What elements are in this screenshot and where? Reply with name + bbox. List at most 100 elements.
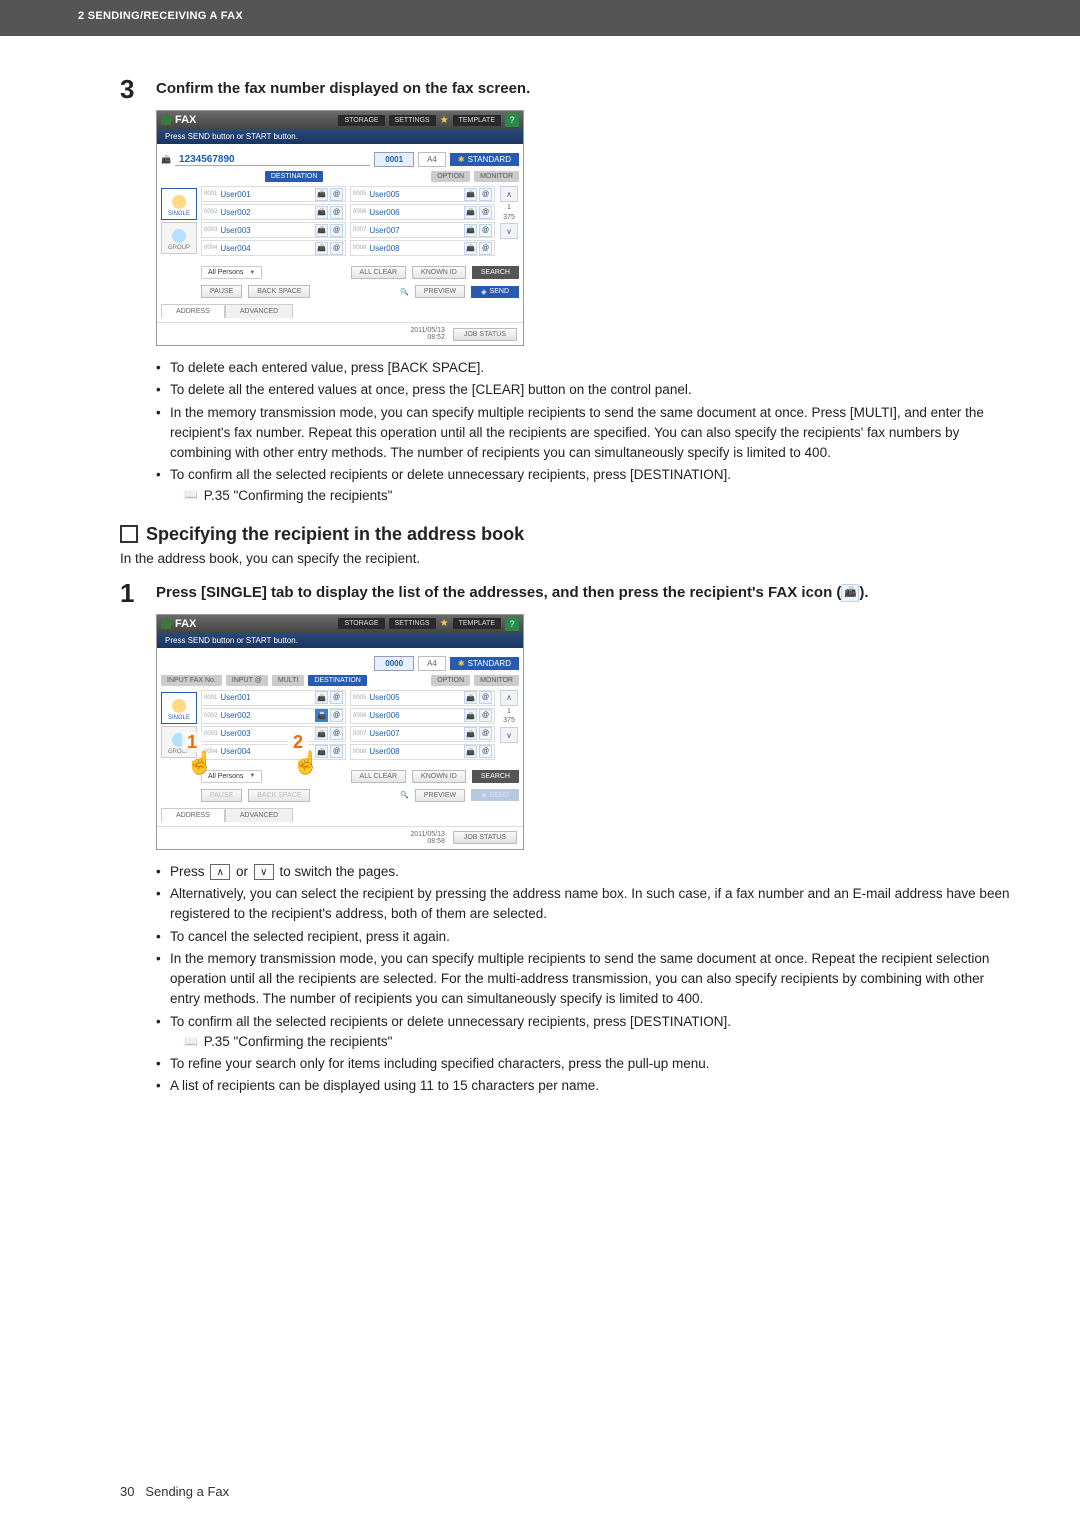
fax-icon[interactable]: 📠 — [315, 691, 328, 704]
single-tab[interactable]: SINGLE — [161, 188, 197, 220]
address-entry[interactable]: 0003User003📠@ — [201, 726, 346, 742]
address-entry[interactable]: 0005User005📠@ — [350, 690, 495, 706]
input-at-tab[interactable]: INPUT @ — [226, 675, 268, 686]
fax-icon[interactable]: 📠 — [315, 727, 328, 740]
fax-instruction: Press SEND button or START button. — [157, 129, 523, 144]
input-fax-no-tab[interactable]: INPUT FAX No. — [161, 675, 222, 686]
email-icon[interactable]: @ — [330, 188, 343, 201]
resolution-mode[interactable]: STANDARD — [450, 657, 519, 670]
help-icon[interactable]: ? — [505, 617, 519, 631]
fax-icon[interactable]: 📠 — [464, 691, 477, 704]
resolution-mode[interactable]: STANDARD — [450, 153, 519, 166]
advanced-tab[interactable]: ADVANCED — [225, 304, 293, 318]
job-status-button[interactable]: JOB STATUS — [453, 831, 517, 844]
email-icon[interactable]: @ — [479, 242, 492, 255]
page-up-button[interactable]: ∧ — [500, 186, 518, 202]
address-entry[interactable]: 0006User006📠@ — [350, 708, 495, 724]
option-tab[interactable]: OPTION — [431, 675, 470, 686]
page-total: 375 — [503, 214, 515, 222]
page-down-button[interactable]: ∨ — [500, 727, 518, 743]
fax-number-display: 1234567890 — [175, 154, 370, 166]
email-icon[interactable]: @ — [479, 206, 492, 219]
monitor-tab[interactable]: MONITOR — [474, 675, 519, 686]
monitor-tab[interactable]: MONITOR — [474, 171, 519, 182]
all-clear-button[interactable]: ALL CLEAR — [351, 770, 406, 783]
fax-icon[interactable]: 📠 — [315, 242, 328, 255]
fax-icon[interactable]: 📠 — [464, 727, 477, 740]
note-item: To delete all the entered values at once… — [156, 380, 1010, 400]
address-entry[interactable]: 0001User001📠@ — [201, 186, 346, 202]
address-entry[interactable]: 0008User008📠@ — [350, 240, 495, 256]
email-icon[interactable]: @ — [330, 745, 343, 758]
email-icon[interactable]: @ — [330, 224, 343, 237]
address-entry[interactable]: 0003User003📠@ — [201, 222, 346, 238]
address-tab[interactable]: ADDRESS — [161, 808, 225, 822]
pause-button[interactable]: PAUSE — [201, 285, 242, 298]
multi-tab[interactable]: MULTI — [272, 675, 304, 686]
settings-button[interactable]: SETTINGS — [389, 618, 436, 629]
fax-icon[interactable]: 📠 — [464, 206, 477, 219]
all-clear-button[interactable]: ALL CLEAR — [351, 266, 406, 279]
email-icon[interactable]: @ — [330, 206, 343, 219]
single-tab[interactable]: SINGLE — [161, 692, 197, 724]
email-icon[interactable]: @ — [330, 727, 343, 740]
chapter-header: 2 SENDING/RECEIVING A FAX — [0, 0, 1080, 36]
email-icon[interactable]: @ — [479, 691, 492, 704]
address-entry[interactable]: 0006User006📠@ — [350, 204, 495, 220]
email-icon[interactable]: @ — [479, 709, 492, 722]
help-icon[interactable]: ? — [505, 113, 519, 127]
fax-icon[interactable]: 📠 — [464, 188, 477, 201]
storage-button[interactable]: STORAGE — [338, 618, 384, 629]
group-tab[interactable]: GROUP — [161, 222, 197, 254]
preview-button[interactable]: PREVIEW — [415, 285, 465, 298]
fax-icon: 📠 — [841, 584, 859, 602]
filter-dropdown[interactable]: All Persons — [201, 266, 262, 279]
fax-icon[interactable]: 📠 — [315, 224, 328, 237]
note-item: To delete each entered value, press [BAC… — [156, 358, 1010, 378]
fax-icon[interactable]: 📠 — [464, 709, 477, 722]
fax-icon[interactable]: 📠 — [315, 709, 328, 722]
email-icon[interactable]: @ — [330, 691, 343, 704]
backspace-button[interactable]: BACK SPACE — [248, 285, 310, 298]
settings-button[interactable]: SETTINGS — [389, 115, 436, 126]
address-entry[interactable]: 0005User005📠@ — [350, 186, 495, 202]
fax-icon[interactable]: 📠 — [464, 745, 477, 758]
address-entry[interactable]: 0007User007📠@ — [350, 222, 495, 238]
fax-icon[interactable]: 📠 — [464, 242, 477, 255]
storage-button[interactable]: STORAGE — [338, 115, 384, 126]
preview-button[interactable]: PREVIEW — [415, 789, 465, 802]
email-icon[interactable]: @ — [479, 188, 492, 201]
address-entry[interactable]: 0002User002📠@ — [201, 204, 346, 220]
fax-icon[interactable]: 📠 — [315, 206, 328, 219]
address-tab[interactable]: ADDRESS — [161, 304, 225, 318]
address-entry[interactable]: 0002User002📠@ — [201, 708, 346, 724]
fax-icon[interactable]: 📠 — [315, 188, 328, 201]
template-button[interactable]: TEMPLATE — [453, 618, 501, 629]
search-button[interactable]: SEARCH — [472, 266, 519, 279]
phone-icon: 📠 — [161, 155, 171, 164]
job-status-button[interactable]: JOB STATUS — [453, 328, 517, 341]
search-button[interactable]: SEARCH — [472, 770, 519, 783]
advanced-tab[interactable]: ADVANCED — [225, 808, 293, 822]
template-button[interactable]: TEMPLATE — [453, 115, 501, 126]
note-item: To cancel the selected recipient, press … — [156, 927, 1010, 947]
option-tab[interactable]: OPTION — [431, 171, 470, 182]
email-icon[interactable]: @ — [479, 745, 492, 758]
address-entry[interactable]: 0004User004📠@ — [201, 744, 346, 760]
email-icon[interactable]: @ — [330, 242, 343, 255]
page-up-button[interactable]: ∧ — [500, 690, 518, 706]
address-entry[interactable]: 0004User004📠@ — [201, 240, 346, 256]
address-entry[interactable]: 0001User001📠@ — [201, 690, 346, 706]
known-id-button[interactable]: KNOWN ID — [412, 266, 466, 279]
page-down-button[interactable]: ∨ — [500, 223, 518, 239]
address-entry[interactable]: 0007User007📠@ — [350, 726, 495, 742]
destination-tab[interactable]: DESTINATION — [308, 675, 367, 686]
address-entry[interactable]: 0008User008📠@ — [350, 744, 495, 760]
email-icon[interactable]: @ — [479, 727, 492, 740]
destination-tab[interactable]: DESTINATION — [265, 171, 324, 182]
email-icon[interactable]: @ — [479, 224, 492, 237]
email-icon[interactable]: @ — [330, 709, 343, 722]
send-button[interactable]: ◈ SEND — [471, 286, 519, 298]
known-id-button[interactable]: KNOWN ID — [412, 770, 466, 783]
fax-icon[interactable]: 📠 — [464, 224, 477, 237]
